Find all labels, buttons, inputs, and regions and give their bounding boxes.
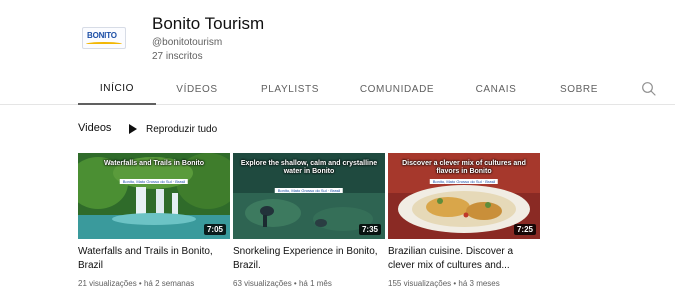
logo-wave-icon bbox=[86, 42, 122, 46]
channel-avatar[interactable]: BONITO bbox=[78, 17, 130, 59]
thumbnail-title: Waterfalls and Trails in Bonito bbox=[103, 160, 205, 167]
play-all-label: Reproduzir tudo bbox=[146, 123, 218, 135]
tab-inicio[interactable]: INÍCIO bbox=[78, 74, 156, 105]
section-title: Videos bbox=[78, 122, 112, 134]
channel-handle: @bonitotourism bbox=[152, 37, 223, 48]
thumbnail-subtitle: Bonito, Mato Grosso do Sul · Brasil bbox=[429, 179, 499, 184]
video-thumbnail[interactable]: Waterfalls and Trails in Bonito Bonito, … bbox=[78, 153, 230, 239]
video-meta: 21 visualizações • há 2 semanas bbox=[78, 279, 195, 288]
tab-comunidade[interactable]: COMUNIDADE bbox=[352, 74, 442, 105]
video-duration: 7:05 bbox=[203, 224, 226, 235]
video-meta: 155 visualizações • há 3 meses bbox=[388, 279, 500, 288]
play-icon bbox=[129, 124, 137, 134]
tab-playlists[interactable]: PLAYLISTS bbox=[250, 74, 330, 105]
video-duration: 7:25 bbox=[513, 224, 536, 235]
video-title[interactable]: Waterfalls and Trails in Bonito, Brazil bbox=[78, 245, 228, 273]
video-title[interactable]: Brazilian cuisine. Discover a clever mix… bbox=[388, 245, 538, 273]
tab-canais[interactable]: CANAIS bbox=[466, 74, 526, 105]
video-card[interactable]: Discover a clever mix of cultures and fl… bbox=[388, 153, 540, 290]
channel-logo: BONITO bbox=[82, 27, 126, 49]
video-meta: 63 visualizações • há 1 mês bbox=[233, 279, 332, 288]
search-icon[interactable] bbox=[640, 80, 658, 98]
channel-name: Bonito Tourism bbox=[152, 14, 265, 33]
thumbnail-subtitle: Bonito, Mato Grosso do Sul · Brasil bbox=[119, 179, 189, 184]
video-title[interactable]: Snorkeling Experience in Bonito, Brazil. bbox=[233, 245, 383, 273]
tab-sobre[interactable]: SOBRE bbox=[550, 74, 608, 105]
video-card[interactable]: Waterfalls and Trails in Bonito Bonito, … bbox=[78, 153, 230, 290]
channel-tabs: INÍCIO VÍDEOS PLAYLISTS COMUNIDADE CANAI… bbox=[0, 74, 675, 105]
tab-videos[interactable]: VÍDEOS bbox=[166, 74, 228, 105]
video-thumbnail[interactable]: Explore the shallow, calm and crystallin… bbox=[233, 153, 385, 239]
thumbnail-subtitle: Bonito, Mato Grosso do Sul · Brasil bbox=[274, 188, 344, 193]
play-all-button[interactable]: Reproduzir tudo bbox=[128, 121, 217, 137]
video-thumbnail[interactable]: Discover a clever mix of cultures and fl… bbox=[388, 153, 540, 239]
thumbnail-title: Explore the shallow, calm and crystallin… bbox=[240, 160, 378, 176]
thumbnail-title: Discover a clever mix of cultures and fl… bbox=[402, 160, 526, 176]
video-card[interactable]: Explore the shallow, calm and crystallin… bbox=[233, 153, 385, 290]
channel-logo-text: BONITO bbox=[87, 31, 117, 40]
video-duration: 7:35 bbox=[358, 224, 381, 235]
channel-header: BONITO Bonito Tourism @bonitotourism 27 … bbox=[0, 0, 675, 74]
subscriber-count: 27 inscritos bbox=[152, 51, 203, 62]
